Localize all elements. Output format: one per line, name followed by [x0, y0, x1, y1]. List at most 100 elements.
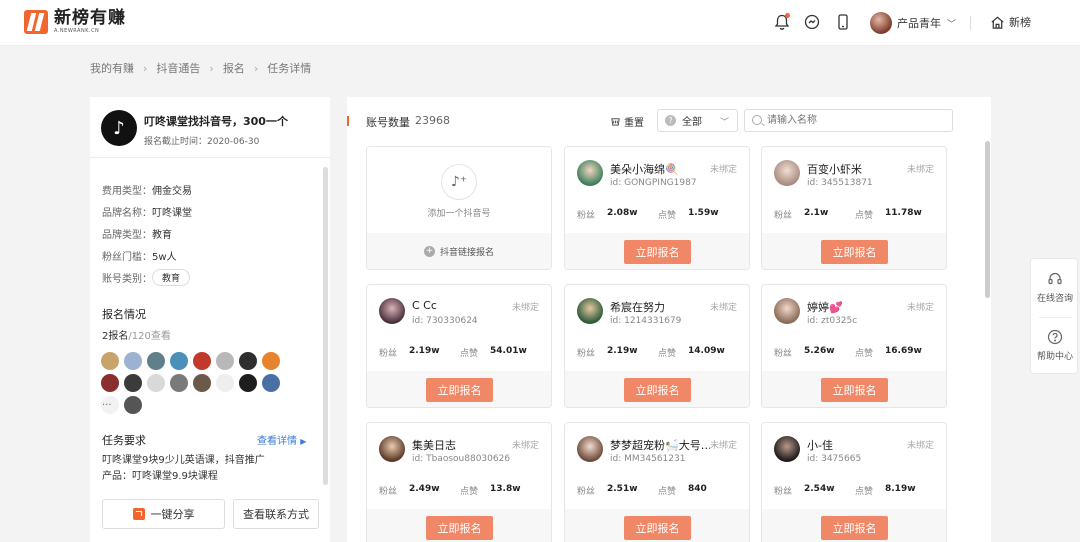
logo-name: 新榜有赚 [54, 8, 126, 28]
help-center-button[interactable]: 帮助中心 [1031, 329, 1079, 362]
task-header: ♪ 叮咚课堂找抖音号，300一个 报名截止时间：2020-06-30 [90, 97, 330, 158]
avatar[interactable] [147, 352, 165, 370]
view-details-link[interactable]: 查看详情 ▶ [257, 432, 306, 447]
share-button[interactable]: 一键分享 [102, 499, 225, 529]
likes-label: 点赞 [855, 487, 874, 497]
avatar[interactable] [124, 352, 142, 370]
apply-button[interactable]: 立即报名 [624, 516, 691, 540]
account-count-label: 账号数量 [366, 116, 410, 129]
chevron-down-icon: ﹀ [947, 19, 957, 30]
avatar[interactable] [101, 374, 119, 392]
requirements-title: 任务要求 [102, 434, 146, 447]
link-signup-button[interactable]: + 抖音链接报名 [367, 233, 551, 269]
task-title: 叮咚课堂找抖音号，300一个 [144, 115, 288, 128]
account-name: C Cc [412, 299, 437, 312]
info-row-brand-type: 品牌类型： 教育 [102, 222, 318, 244]
account-id: id: MM34561231 [610, 454, 686, 464]
apply-button[interactable]: 立即报名 [821, 240, 888, 264]
breadcrumb-item[interactable]: 报名 [223, 60, 245, 76]
account-name: 美朵小海绵🍭 [610, 163, 679, 176]
category-tag: 教育 [152, 268, 191, 286]
float-divider [1039, 317, 1071, 318]
avatar[interactable] [193, 352, 211, 370]
plus-icon: + [423, 245, 435, 257]
task-detail-panel: ♪ 叮咚课堂找抖音号，300一个 报名截止时间：2020-06-30 费用类型：… [90, 97, 330, 542]
fans-label: 粉丝 [774, 487, 793, 497]
home-icon [991, 16, 1004, 29]
avatar[interactable] [170, 352, 188, 370]
signup-title: 报名情况 [102, 308, 146, 321]
phone-icon[interactable] [834, 13, 852, 31]
avatar[interactable] [193, 374, 211, 392]
add-account-label: 添加一个抖音号 [427, 209, 491, 219]
avatar[interactable] [147, 374, 165, 392]
user-menu[interactable]: 产品青年 ﹀ [870, 12, 956, 34]
reset-label: 重置 [624, 118, 644, 129]
avatar[interactable] [262, 374, 280, 392]
info-value: 教育 [152, 229, 172, 241]
bind-status: 未绑定 [906, 303, 934, 313]
tiktok-add-icon: ♪⁺ [441, 164, 477, 200]
category-select[interactable]: ? 全部 ﹀ [657, 109, 738, 132]
likes-label: 点赞 [460, 487, 479, 497]
header-divider [970, 16, 971, 30]
likes-value: 14.09w [688, 346, 725, 356]
apply-button[interactable]: 立即报名 [426, 516, 493, 540]
avatar [870, 12, 892, 34]
avatar[interactable] [239, 374, 257, 392]
fans-label: 粉丝 [577, 487, 596, 497]
breadcrumb-item[interactable]: 抖音通告 [156, 60, 200, 76]
accounts-scrollbar[interactable] [985, 141, 990, 298]
home-link[interactable]: 新榜 [990, 14, 1031, 30]
add-account-card[interactable]: ♪⁺ 添加一个抖音号 + 抖音链接报名 [366, 146, 552, 270]
chevron-right-icon: › [143, 61, 148, 75]
likes-value: 1.59w [688, 208, 719, 218]
info-row-fans: 粉丝门槛： 5w人 [102, 244, 318, 266]
signup-num: 2报名 [102, 331, 129, 342]
likes-value: 8.19w [885, 484, 916, 494]
avatar[interactable] [124, 396, 142, 414]
online-consult-button[interactable]: 在线咨询 [1031, 271, 1079, 304]
logo-mark-icon [24, 10, 48, 34]
apply-button[interactable]: 立即报名 [624, 240, 691, 264]
avatar[interactable] [216, 374, 234, 392]
avatar [577, 160, 603, 186]
top-header: 新榜有赚 A.NEWRANK.CN 产品青年 ﹀ 新榜 [0, 0, 1080, 46]
fans-label: 粉丝 [774, 211, 793, 221]
user-name: 产品青年 [897, 17, 941, 30]
fans-value: 2.49w [409, 484, 440, 494]
fans-label: 粉丝 [577, 211, 596, 221]
link-signup-label: 抖音链接报名 [439, 247, 494, 258]
search-input[interactable] [744, 109, 953, 132]
bind-status: 未绑定 [906, 441, 934, 451]
apply-button[interactable]: 立即报名 [624, 378, 691, 402]
logo[interactable]: 新榜有赚 A.NEWRANK.CN [24, 10, 126, 34]
avatar[interactable] [124, 374, 142, 392]
more-avatars: ... [102, 397, 112, 408]
fans-label: 粉丝 [379, 349, 398, 359]
bell-icon[interactable] [773, 13, 791, 31]
view-contact-button[interactable]: 查看联系方式 [233, 499, 319, 529]
avatar [774, 160, 800, 186]
apply-button[interactable]: 立即报名 [821, 378, 888, 402]
breadcrumb-item[interactable]: 我的有赚 [90, 60, 134, 76]
left-scrollbar[interactable] [323, 167, 328, 485]
account-name: 小-佳 [807, 439, 833, 452]
account-name: 婷婷💕 [807, 301, 843, 314]
info-value: 叮咚课堂 [152, 207, 192, 219]
signup-count: 2报名/120查看 [102, 327, 171, 342]
avatar[interactable] [262, 352, 280, 370]
headset-icon [1048, 272, 1062, 285]
requirements-text: 叮咚课堂9块9少儿英语课，抖音推广 产品：叮咚课堂9.9块课程 [102, 453, 265, 485]
apply-button[interactable]: 立即报名 [821, 516, 888, 540]
reset-button[interactable]: 重置 [610, 114, 644, 129]
apply-button[interactable]: 立即报名 [426, 378, 493, 402]
avatar[interactable] [216, 352, 234, 370]
view-details-label: 查看详情 [257, 436, 297, 447]
requirements-line: 产品：叮咚课堂9.9块课程 [102, 471, 218, 482]
select-value: 全部 [682, 117, 702, 128]
chat-icon[interactable] [803, 13, 821, 31]
avatar[interactable] [239, 352, 257, 370]
avatar[interactable] [101, 352, 119, 370]
avatar[interactable] [170, 374, 188, 392]
